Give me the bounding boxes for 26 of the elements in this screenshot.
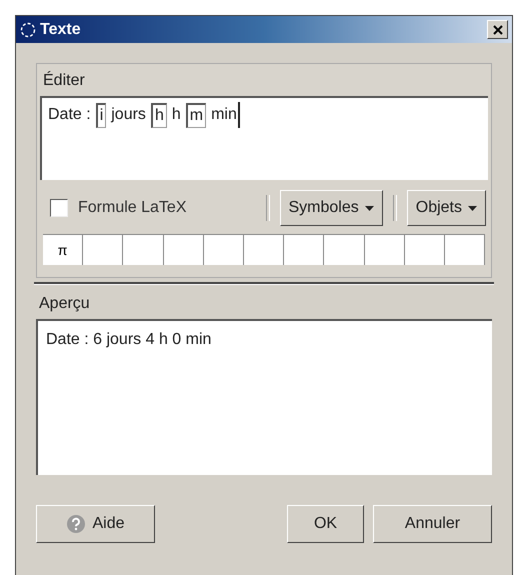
close-icon — [492, 24, 502, 34]
window-title: Texte — [40, 20, 82, 38]
dropdown-button[interactable]: Symboles — [280, 190, 383, 226]
help-icon — [66, 514, 86, 534]
latex-checkbox[interactable] — [50, 199, 68, 217]
editor-text: Date : — [48, 106, 91, 124]
preview-text: Date : 6 jours 4 h 0 min — [46, 331, 212, 348]
panel-label: Éditer — [42, 72, 86, 91]
caret-icon — [468, 206, 477, 210]
editor-text: h — [172, 106, 181, 124]
caret-icon — [364, 206, 374, 210]
panel-label: Aperçu — [38, 294, 91, 314]
dynamic-field[interactable]: m — [186, 103, 206, 128]
latex-label: Formule LaTeX — [78, 199, 186, 217]
help-button[interactable]: Aide — [36, 505, 155, 543]
text-editor[interactable]: Date : i jours h h m min — [40, 96, 488, 180]
ok-button[interactable]: OK — [287, 505, 364, 543]
dynamic-field[interactable]: i — [96, 103, 106, 128]
editor-text: min — [211, 106, 237, 124]
editor-text: jours — [111, 106, 146, 124]
dropdown-button[interactable]: Objets — [406, 190, 486, 226]
cancel-button[interactable]: Annuler — [373, 505, 492, 543]
dashed-circle-icon — [20, 22, 36, 38]
dynamic-field[interactable]: h — [150, 103, 167, 128]
close-button[interactable] — [487, 20, 508, 39]
text-caret — [238, 102, 240, 128]
